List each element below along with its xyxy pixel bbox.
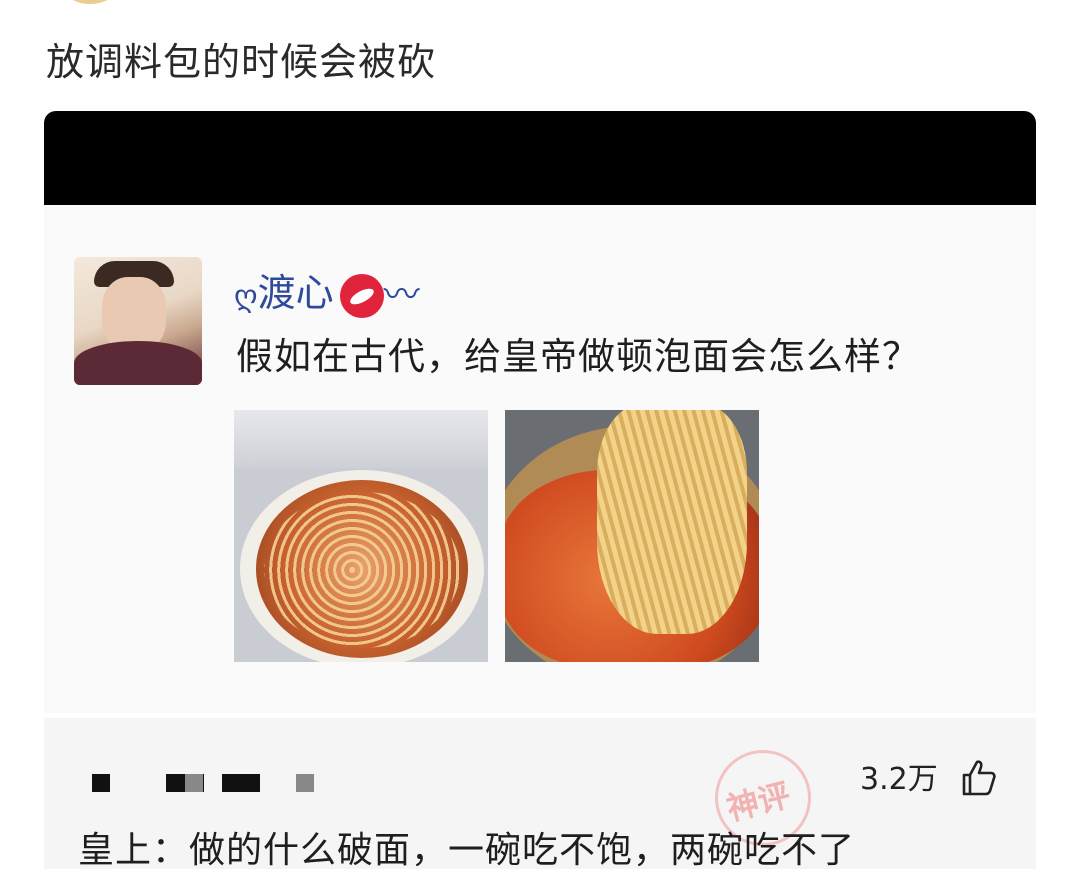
noodles-in-pot-photo[interactable] (505, 410, 759, 662)
redacted-commenter-name (185, 774, 203, 792)
username-prefix: ღ (234, 279, 258, 314)
author-avatar[interactable] (60, 0, 120, 4)
redacted-commenter-name (296, 774, 314, 792)
instant-noodle-cup-photo[interactable] (234, 410, 488, 662)
redacted-commenter-name (222, 774, 260, 792)
post-screen: 放调料包的时候会被砍 ღ渡心 〰 假如在古代，给皇帝做顿泡面会怎么样？ 神评 3.… (0, 0, 1080, 869)
comment-like-count: 3.2万 (860, 762, 938, 797)
quoted-user-avatar[interactable] (74, 257, 202, 385)
stamp-text: 神评 (722, 775, 795, 829)
avatar-shirt (74, 341, 202, 385)
wave-icon: 〰 (383, 274, 420, 316)
cup-lid (234, 410, 488, 468)
post-title: 放调料包的时候会被砍 (46, 40, 437, 84)
cup-noodles (264, 492, 460, 648)
lips-icon (339, 273, 384, 318)
comment-text: 皇上：做的什么破面，一碗吃不饱，两碗吃不了 (78, 830, 856, 869)
avatar-face (102, 277, 166, 351)
lifted-noodles (597, 410, 747, 634)
redacted-commenter-name (92, 774, 110, 792)
quoted-username-row[interactable]: ღ渡心 〰 (234, 267, 420, 323)
quoted-username: 渡心 (257, 271, 334, 315)
quoted-post-text: 假如在古代，给皇帝做顿泡面会怎么样？ (236, 335, 920, 378)
thumbs-up-icon[interactable] (958, 758, 998, 798)
redacted-banner (44, 111, 1036, 206)
